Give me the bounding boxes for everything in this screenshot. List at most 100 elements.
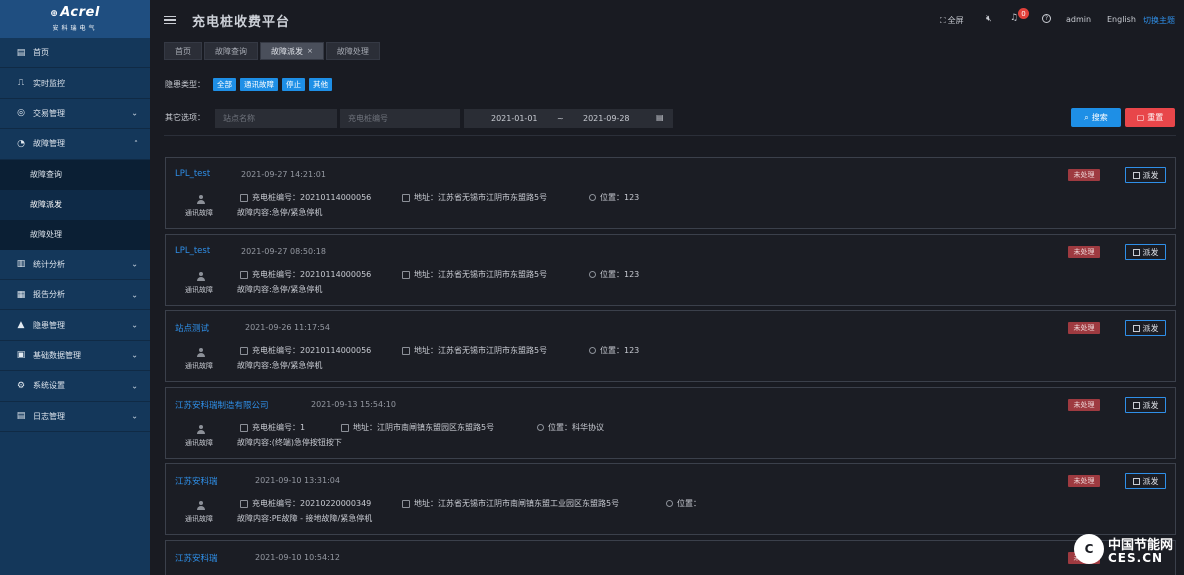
type-stop-button[interactable]: 停止 [282, 78, 305, 91]
fault-type: 通讯故障 [185, 515, 213, 523]
address-label: 地址： [414, 270, 438, 279]
fullscreen-button[interactable]: ⛶ 全屏 [940, 15, 964, 26]
dispatch-button[interactable]: 派发 [1125, 320, 1166, 336]
station-name-link[interactable]: 江苏安科瑞制造有限公司 [175, 399, 269, 411]
sidebar-subitem-fault-query[interactable]: 故障查询 [0, 159, 150, 190]
pile-icon [240, 193, 248, 202]
fault-time: 2021-09-10 10:54:12 [255, 553, 340, 562]
pile-value: 20210114000056 [300, 193, 372, 202]
sidebar-subitem-fault-dispatch[interactable]: 故障派发 [0, 189, 150, 220]
pile-number: 充电桩编号： 20210114000056 [240, 192, 371, 203]
type-other-button[interactable]: 其他 [309, 78, 332, 91]
tab-fault-query[interactable]: 故障查询 [204, 42, 258, 60]
station-name-link[interactable]: 江苏安科瑞 [175, 552, 218, 564]
mute-icon[interactable]: 🔇︎ [986, 14, 992, 24]
sidebar-item-fault[interactable]: ◔ 故障管理 ˄ [0, 129, 150, 160]
station-name-link[interactable]: 江苏安科瑞 [175, 475, 218, 487]
logo-brand: ⊕ Acrel [50, 5, 100, 20]
page-title: 充电桩收费平台 [192, 14, 291, 30]
dispatch-button[interactable]: 派发 [1125, 167, 1166, 183]
tab-fault-handle[interactable]: 故障处理 [325, 42, 380, 60]
dispatch-button[interactable]: 派发 [1125, 244, 1166, 260]
chevron-down-icon: ⌄ [131, 259, 138, 269]
document-icon [1132, 401, 1140, 409]
watermark-emblem: C [1074, 534, 1104, 564]
page-tabs: 首页 故障查询 故障派发 × 故障处理 [164, 42, 380, 60]
sidebar-item-report[interactable]: ▦ 报告分析 ⌄ [0, 280, 150, 311]
status-badge: 未处理 [1068, 322, 1100, 334]
document-icon [1132, 324, 1140, 332]
address-value: 江苏省无锡市江阴市南闸镇东盟工业园区东盟路5号 [438, 499, 620, 508]
fault-time: 2021-09-13 15:54:10 [311, 400, 396, 409]
reset-button[interactable]: ▢ 重置 [1125, 108, 1175, 127]
user-menu[interactable]: admin [1066, 15, 1091, 24]
fault-card: LPL_test 2021-09-27 08:50:18 通讯故障 充电桩编号：… [165, 234, 1176, 306]
date-range-picker[interactable]: 2021-01-01 ~ 2021-09-28 ▤ [464, 109, 673, 128]
person-icon [196, 348, 206, 358]
station-name-link[interactable]: LPL_test [175, 169, 210, 179]
dispatch-label: 派发 [1142, 323, 1159, 333]
sidebar-item-label: 实时监控 [33, 78, 65, 88]
sidebar-item-home[interactable]: ▤ 首页 [0, 38, 150, 69]
sidebar-item-label: 首页 [33, 48, 49, 58]
pile-value: 20210114000056 [300, 346, 372, 355]
dispatch-button[interactable]: 派发 [1125, 397, 1166, 413]
address-label: 地址： [414, 499, 438, 508]
sidebar-item-logs[interactable]: ▤ 日志管理 ⌄ [0, 402, 150, 432]
location-icon [589, 271, 596, 278]
search-button[interactable]: ⌕ 搜索 [1071, 108, 1121, 127]
help-icon[interactable]: ? [1042, 14, 1051, 23]
sidebar-item-label: 隐患管理 [33, 320, 65, 330]
sidebar-nav: ▤ 首页 ⎍ 实时监控 ◎ 交易管理 ⌄ ◔ 故障管理 ˄ 故障查询 故障派发 故障处理 ▥… [0, 38, 150, 432]
location-icon [589, 347, 596, 354]
dispatch-button[interactable]: 派发 [1125, 473, 1166, 489]
pile-number: 充电桩编号： 1 [240, 422, 305, 433]
tab-home[interactable]: 首页 [164, 42, 202, 60]
address: 地址： 江苏省无锡市江阴市东盟路5号 [402, 345, 547, 356]
address: 地址： 江阴市南闸镇东盟园区东盟路5号 [341, 422, 494, 433]
sidebar-item-label: 故障查询 [30, 170, 62, 180]
dispatch-label: 派发 [1142, 247, 1159, 257]
sidebar-subitem-fault-handle[interactable]: 故障处理 [0, 219, 150, 250]
pile-number-input[interactable]: 充电桩编号 [340, 109, 460, 128]
pile-icon [240, 270, 248, 279]
location-icon [589, 194, 596, 201]
menu-toggle-icon[interactable] [164, 15, 176, 25]
date-end: 2021-09-28 [583, 114, 630, 123]
fault-card: 江苏安科瑞 2021-09-10 13:31:04 通讯故障 充电桩编号： 202… [165, 463, 1176, 535]
fault-time: 2021-09-27 08:50:18 [241, 247, 326, 256]
language-switch[interactable]: English [1107, 15, 1136, 24]
position: 位置： 123 [589, 345, 639, 356]
search-button-label: 搜索 [1091, 113, 1108, 122]
bell-icon[interactable]: ♫︎ [1010, 13, 1018, 23]
watermark-logo: C 中国节能网 CES.CN [1072, 530, 1184, 575]
tab-fault-dispatch[interactable]: 故障派发 × [260, 42, 324, 60]
sidebar-item-hazard[interactable]: ▲ 隐患管理 ⌄ [0, 310, 150, 341]
home-icon: ▤ [16, 47, 26, 58]
type-all-button[interactable]: 全部 [213, 78, 236, 91]
fault-content: 故障内容:PE故障 - 接地故障/紧急停机 [237, 514, 373, 523]
logo-subtitle: 安科瑞电气 [52, 25, 98, 32]
type-comm-fault-button[interactable]: 通讯故障 [240, 78, 278, 91]
sidebar-item-monitor[interactable]: ⎍ 实时监控 [0, 68, 150, 99]
position-value: 123 [624, 193, 640, 202]
station-name-input[interactable]: 站点名称 [215, 109, 337, 128]
pile-icon [240, 346, 248, 355]
station-name-link[interactable]: LPL_test [175, 246, 210, 256]
sidebar-item-trade[interactable]: ◎ 交易管理 ⌄ [0, 99, 150, 130]
person-icon [196, 195, 206, 205]
position: 位置： 科华协议 [537, 422, 604, 433]
hazard-type-label: 隐患类型： [165, 80, 205, 89]
date-separator: ~ [557, 114, 564, 123]
search-icon: ⌕ [1084, 112, 1089, 122]
sidebar-item-basedata[interactable]: ▣ 基础数据管理 ⌄ [0, 341, 150, 372]
date-start: 2021-01-01 [491, 114, 538, 123]
settings-icon: ⚙ [16, 380, 26, 391]
sidebar-item-statistics[interactable]: ▥ 统计分析 ⌄ [0, 250, 150, 280]
sidebar-item-label: 系统设置 [33, 381, 65, 391]
close-icon[interactable]: × [307, 47, 313, 55]
document-icon [1132, 248, 1140, 256]
station-name-link[interactable]: 站点测试 [175, 322, 209, 334]
theme-switch[interactable]: 切换主题 [1143, 15, 1175, 26]
sidebar-item-settings[interactable]: ⚙ 系统设置 ⌄ [0, 371, 150, 402]
